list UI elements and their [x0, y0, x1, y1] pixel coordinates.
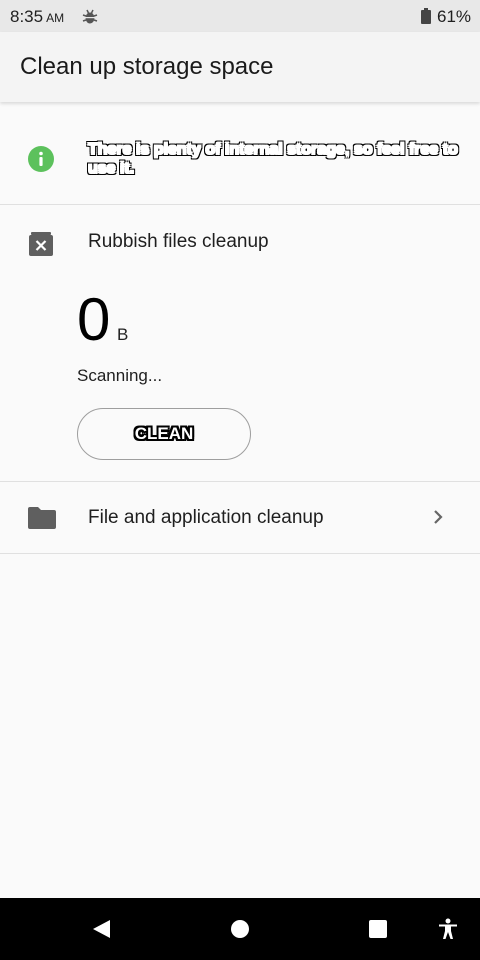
- rubbish-cleanup-title: Rubbish files cleanup: [88, 231, 269, 252]
- status-time-ampm: AM: [46, 11, 65, 25]
- recents-icon[interactable]: [367, 918, 389, 940]
- rubbish-size-unit: B: [117, 325, 129, 344]
- back-icon[interactable]: [90, 918, 112, 940]
- chevron-right-icon: [434, 510, 443, 524]
- battery-percent: 61%: [437, 7, 472, 26]
- storage-info-message: There is plenty of internal storage, so …: [88, 141, 458, 177]
- file-application-cleanup-label: File and application cleanup: [88, 507, 324, 528]
- scan-status: Scanning...: [77, 366, 163, 385]
- info-icon: [28, 146, 54, 172]
- close-box-icon: [29, 232, 53, 256]
- status-time: 8:35 AM: [10, 7, 64, 27]
- rubbish-size-value: 0: [77, 286, 111, 353]
- battery-icon: [421, 8, 431, 24]
- rubbish-cleanup-section: Rubbish files cleanup 0 B Scanning... CL…: [0, 205, 480, 482]
- status-time-value: 8:35: [10, 7, 44, 26]
- app-bar: Clean up storage space: [0, 32, 480, 102]
- accessibility-icon[interactable]: [437, 918, 459, 940]
- clean-button[interactable]: CLEAN: [77, 408, 251, 460]
- file-application-cleanup-row[interactable]: File and application cleanup: [0, 482, 480, 554]
- home-icon[interactable]: [229, 918, 251, 940]
- folder-icon: [28, 507, 56, 529]
- navigation-bar: [0, 898, 480, 960]
- bug-icon: [82, 9, 98, 24]
- storage-info-row: There is plenty of internal storage, so …: [0, 103, 480, 205]
- status-bar: 8:35 AM 61%: [0, 0, 480, 32]
- page-title: Clean up storage space: [20, 53, 274, 80]
